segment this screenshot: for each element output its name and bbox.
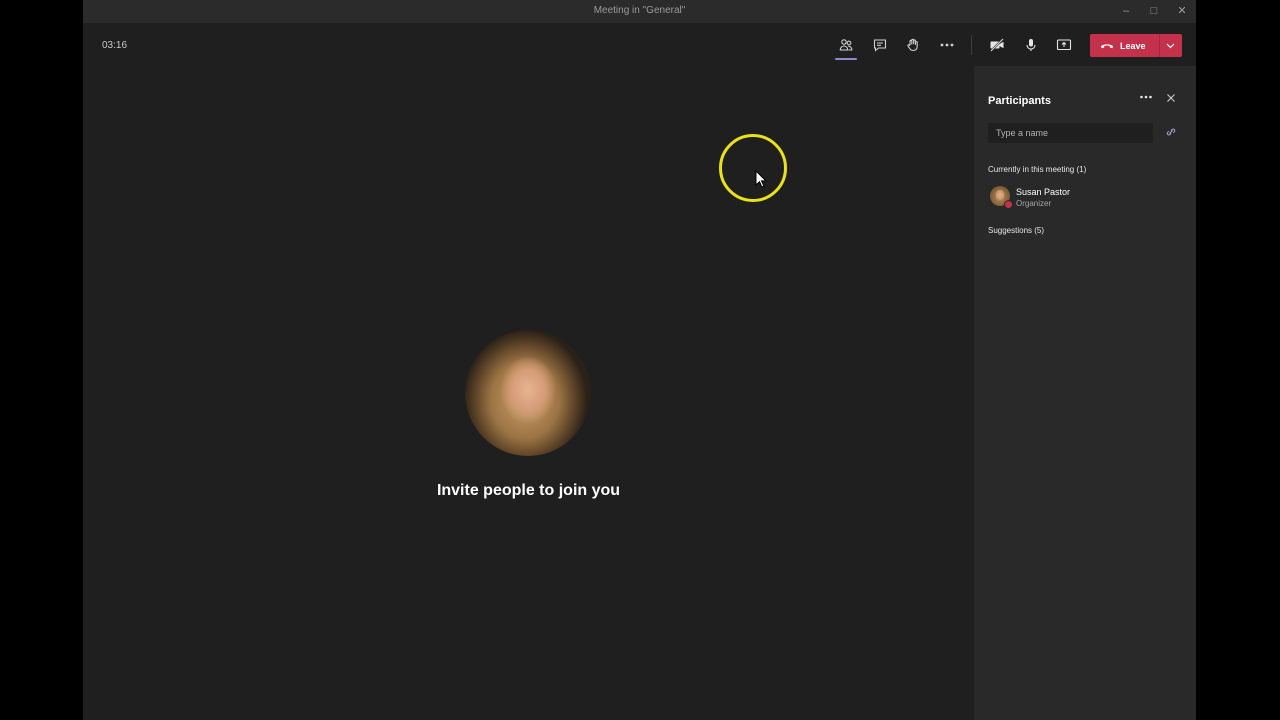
microphone-toggle-button[interactable] bbox=[1018, 34, 1044, 56]
panel-title: Participants bbox=[988, 95, 1051, 107]
suggestions-header[interactable]: Suggestions (5) bbox=[988, 226, 1044, 235]
meeting-window: Meeting in "General" – □ ✕ 03:16 Leave I… bbox=[83, 0, 1196, 720]
more-icon bbox=[940, 43, 954, 47]
toolbar-divider bbox=[971, 35, 972, 55]
more-actions-button[interactable] bbox=[934, 34, 960, 56]
participant-search-input[interactable] bbox=[988, 123, 1153, 143]
presence-status-icon bbox=[1004, 200, 1013, 209]
meeting-toolbar: 03:16 Leave bbox=[83, 23, 1196, 66]
participants-icon bbox=[839, 39, 853, 51]
close-window-button[interactable]: ✕ bbox=[1173, 3, 1191, 19]
meeting-stage: Invite people to join you bbox=[83, 66, 974, 720]
microphone-icon bbox=[1026, 39, 1036, 51]
leave-options-button[interactable] bbox=[1160, 34, 1182, 57]
maximize-button[interactable]: □ bbox=[1145, 3, 1163, 19]
chat-button[interactable] bbox=[867, 34, 893, 56]
participant-name: Susan Pastor bbox=[1016, 187, 1071, 197]
user-avatar-large bbox=[465, 330, 591, 456]
camera-off-icon bbox=[990, 38, 1004, 52]
title-bar: Meeting in "General" – □ ✕ bbox=[83, 0, 1196, 23]
leave-main-action[interactable]: Leave bbox=[1090, 34, 1159, 57]
raise-hand-button[interactable] bbox=[900, 34, 926, 56]
window-title: Meeting in "General" bbox=[593, 5, 686, 16]
minimize-button[interactable]: – bbox=[1117, 3, 1135, 19]
share-invite-icon[interactable] bbox=[1165, 127, 1177, 137]
panel-more-icon[interactable] bbox=[1139, 92, 1153, 102]
chevron-down-icon bbox=[1166, 43, 1175, 48]
participants-panel: Participants Currently in this meeting (… bbox=[974, 66, 1196, 720]
participant-row[interactable]: Susan Pastor Organizer bbox=[988, 185, 1188, 211]
current-participants-header[interactable]: Currently in this meeting (1) bbox=[988, 165, 1086, 174]
chat-icon bbox=[873, 39, 887, 52]
hang-up-icon bbox=[1101, 44, 1113, 49]
share-screen-button[interactable] bbox=[1051, 34, 1077, 56]
raise-hand-icon bbox=[907, 38, 918, 52]
leave-button[interactable]: Leave bbox=[1090, 34, 1182, 57]
mouse-cursor-icon bbox=[755, 170, 767, 188]
leave-label: Leave bbox=[1120, 40, 1146, 51]
meeting-timer: 03:16 bbox=[102, 40, 128, 51]
camera-toggle-button[interactable] bbox=[984, 34, 1010, 56]
invite-message: Invite people to join you bbox=[436, 482, 621, 499]
share-screen-icon bbox=[1056, 39, 1072, 51]
close-icon[interactable] bbox=[1166, 93, 1176, 103]
cursor-highlight-ring bbox=[719, 134, 787, 202]
participant-role: Organizer bbox=[1016, 199, 1052, 208]
participants-button[interactable] bbox=[833, 34, 859, 60]
